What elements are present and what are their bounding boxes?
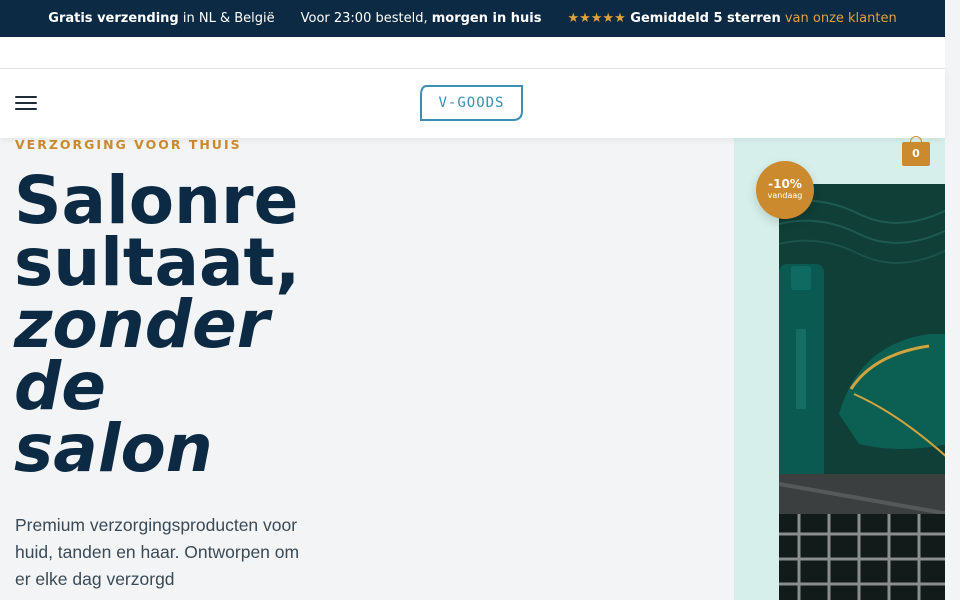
announcement-bar: Gratis verzending in NL & België Voor 23…: [0, 0, 945, 37]
hamburger-menu-icon[interactable]: [15, 96, 37, 112]
delivery-notice: Voor 23:00 besteld, morgen in huis: [300, 11, 542, 26]
hero-description: Premium verzorgingsproducten voor huid, …: [15, 515, 300, 589]
hero-title: Salonre sultaat, zonder de salon: [14, 162, 301, 487]
discount-badge: -10% vandaag: [756, 161, 814, 219]
site-header: V-GOODS: [0, 69, 945, 138]
secondary-bar: [0, 37, 945, 69]
product-photo: [779, 184, 945, 600]
shipping-notice: Gratis verzending in NL & België: [48, 11, 275, 26]
site-logo[interactable]: V-GOODS: [419, 85, 524, 121]
logo-text: V-GOODS: [438, 95, 505, 111]
cart-count-badge: 0: [902, 142, 930, 166]
rating-notice: ★★★★★ Gemiddeld 5 sterren van onze klant…: [567, 11, 897, 26]
hero-eyebrow: VERZORGING VOOR THUIS: [15, 137, 242, 152]
rating-stars-icon: ★★★★★: [567, 11, 626, 26]
cart-button[interactable]: 0: [902, 136, 930, 166]
